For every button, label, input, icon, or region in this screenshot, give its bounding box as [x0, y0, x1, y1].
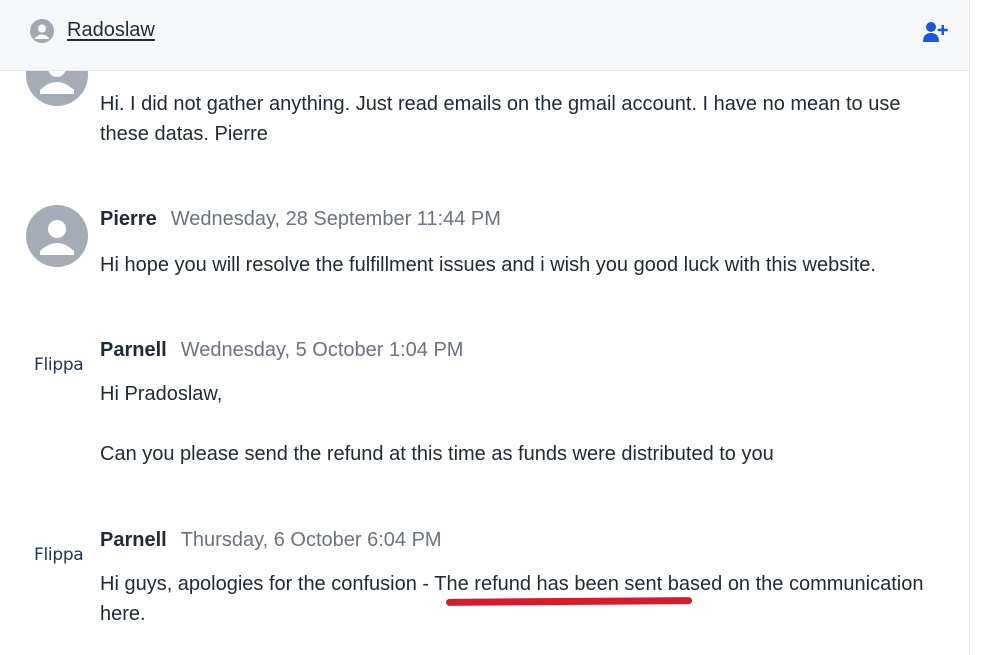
message-author: Parnell: [100, 529, 167, 551]
message-author: Pierre: [100, 208, 157, 230]
message-text: Can you please send the refund at this t…: [100, 443, 774, 465]
message-timestamp: Wednesday, 5 October 1:04 PM: [180, 339, 464, 361]
message-meta: Pierre Wednesday, 28 September 11:44 PM: [100, 208, 501, 231]
contact-name-link[interactable]: Radoslaw: [67, 19, 155, 42]
user-avatar-icon: [40, 220, 74, 255]
message-text: Hi. I did not gather anything. Just read…: [100, 93, 901, 145]
conversation-window: Hi. I did not gather anything. Just read…: [0, 0, 970, 655]
avatar: [26, 205, 88, 267]
add-user-icon[interactable]: [922, 20, 948, 44]
message-timestamp: Thursday, 6 October 6:04 PM: [180, 529, 442, 551]
message-meta: Parnell Thursday, 6 October 6:04 PM: [100, 529, 442, 552]
message-meta: Parnell Wednesday, 5 October 1:04 PM: [100, 339, 463, 362]
message-text: Hi hope you will resolve the fulfillment…: [100, 254, 876, 276]
flippa-logo: Flippa: [34, 355, 84, 375]
user-circle-icon: [30, 19, 54, 43]
message-author: Parnell: [100, 339, 167, 361]
message-timestamp: Wednesday, 28 September 11:44 PM: [170, 208, 501, 230]
message-text: Hi Pradoslaw,: [100, 383, 223, 405]
conversation-header: Radoslaw: [0, 0, 969, 71]
flippa-logo: Flippa: [34, 545, 84, 565]
